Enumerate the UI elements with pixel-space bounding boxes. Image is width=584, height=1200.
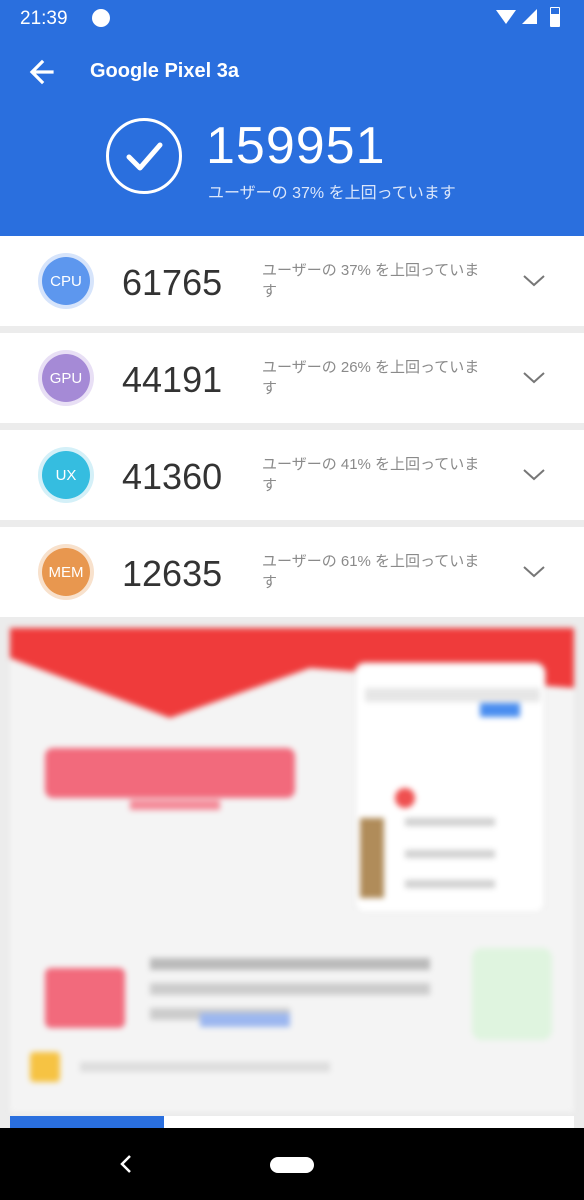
advertisement-banner[interactable] [10,628,574,1112]
status-time: 21:39 [20,8,68,29]
cpu-badge: CPU [38,253,94,309]
gpu-desc: ユーザーの 26% を上回っています [262,359,480,397]
score-card-ux[interactable]: UX 41360 ユーザーの 41% を上回っています [0,430,584,520]
device-name: Google Pixel 3a [90,60,239,82]
score-card-mem[interactable]: MEM 12635 ユーザーの 61% を上回っています [0,527,584,617]
chevron-down-icon[interactable] [522,365,546,389]
chevron-down-icon[interactable] [522,462,546,486]
system-nav-bar [0,1128,584,1200]
score-card-cpu[interactable]: CPU 61765 ユーザーの 37% を上回っています [0,236,584,326]
wifi-icon [496,10,516,24]
header: 21:39 Google Pixel 3a 159951 ユーザーの 37% を… [0,0,584,236]
notification-icon [92,9,110,27]
ux-badge-label: UX [42,451,90,499]
cpu-score: 61765 [122,262,223,303]
mem-score: 12635 [122,553,223,594]
nav-back-icon[interactable] [114,1152,138,1176]
signal-icon [522,9,537,24]
score-card-gpu[interactable]: GPU 44191 ユーザーの 26% を上回っています [0,333,584,423]
total-score: 159951 [206,117,386,175]
cpu-desc: ユーザーの 37% を上回っています [262,262,480,300]
cpu-badge-label: CPU [42,257,90,305]
mem-badge-label: MEM [42,548,90,596]
ux-score: 41360 [122,456,223,497]
gpu-score: 44191 [122,359,223,400]
battery-icon [550,7,560,27]
back-arrow-icon[interactable] [26,56,58,88]
status-bar: 21:39 [0,0,584,38]
ux-desc: ユーザーの 41% を上回っています [262,456,480,494]
check-icon [106,118,182,194]
chevron-down-icon[interactable] [522,559,546,583]
ux-badge: UX [38,447,94,503]
total-score-subtitle: ユーザーの 37% を上回っています [208,185,456,202]
nav-home-icon[interactable] [270,1157,314,1173]
gpu-badge-label: GPU [42,354,90,402]
gpu-badge: GPU [38,350,94,406]
mem-desc: ユーザーの 61% を上回っています [262,553,480,591]
chevron-down-icon[interactable] [522,268,546,292]
mem-badge: MEM [38,544,94,600]
